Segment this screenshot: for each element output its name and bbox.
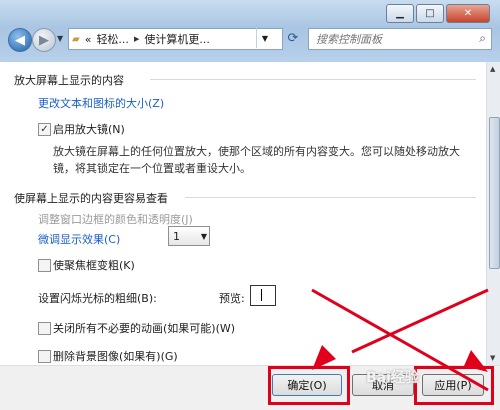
annotation-overlay	[311, 288, 489, 392]
watermark-text: Bai经验	[366, 370, 419, 386]
highlight-apply-box	[414, 366, 494, 405]
highlight-ok-box	[268, 366, 350, 405]
